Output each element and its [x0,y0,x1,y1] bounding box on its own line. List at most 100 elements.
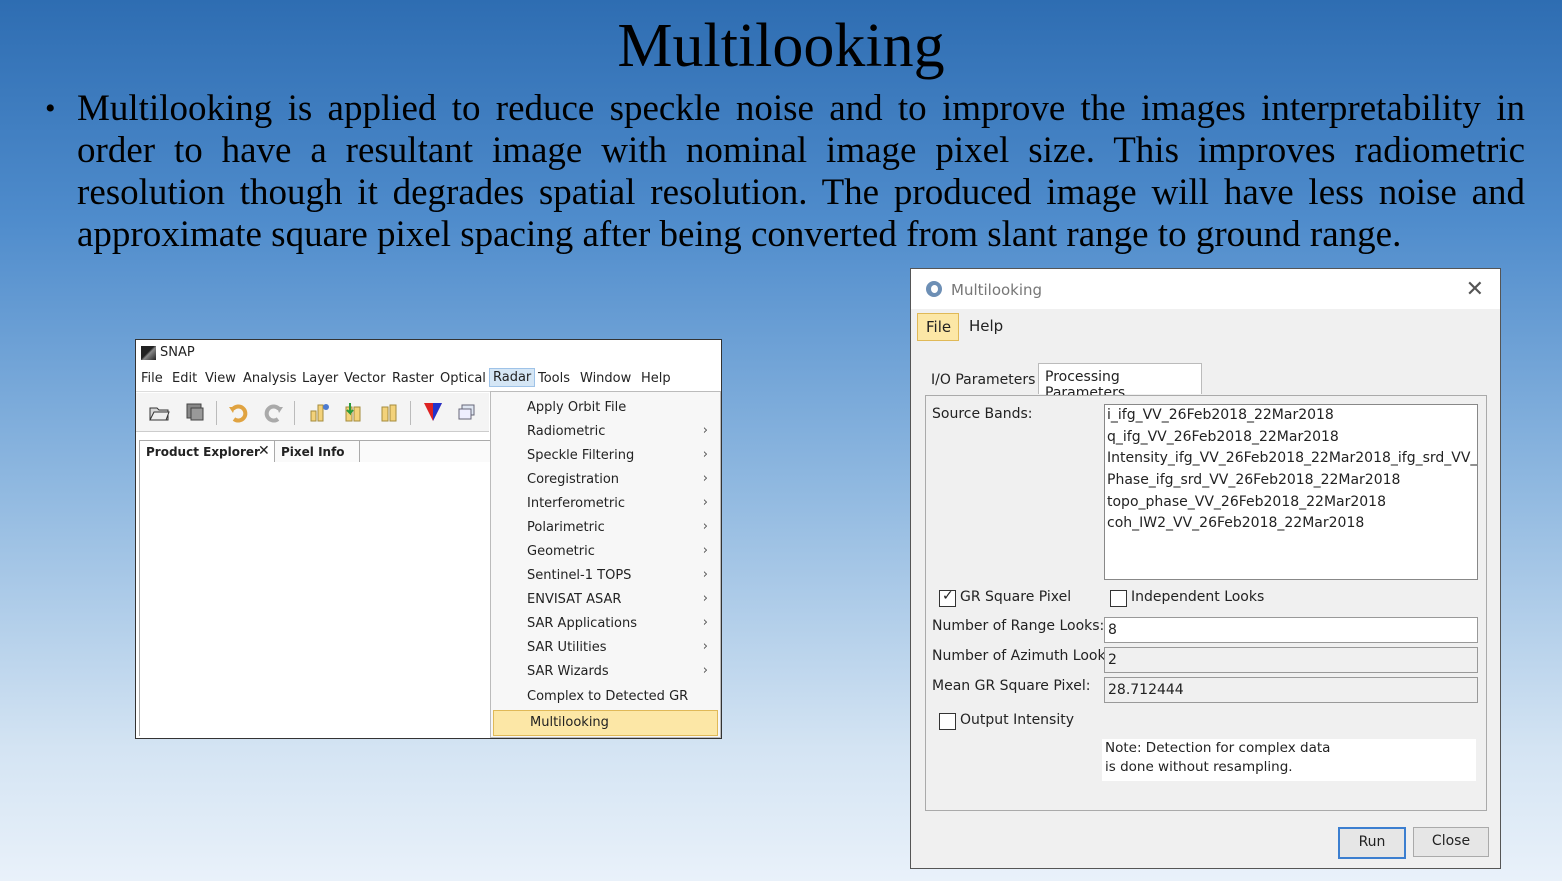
import-raster-icon[interactable] [342,401,364,423]
list-item[interactable]: q_ifg_VV_26Feb2018_22Mar2018 [1107,429,1339,445]
radar-menu-item[interactable]: Radiometric › [491,420,720,444]
band-maths-icon[interactable] [308,401,330,423]
radar-menu-item[interactable]: SAR Applications › [491,612,720,636]
radar-menu-item[interactable]: Complex to Detected GR [491,685,720,709]
chevron-right-icon: › [702,447,708,462]
radar-menu-item[interactable]: ENVISAT ASAR › [491,588,720,612]
menu-layer[interactable]: Layer [302,371,338,386]
radar-menu-item[interactable]: SAR Utilities › [491,636,720,660]
menu-edit[interactable]: Edit [172,371,197,386]
close-icon[interactable]: ✕ [258,443,270,459]
radar-menu-item[interactable]: Polarimetric › [491,516,720,540]
tab-pixel-info-label: Pixel Info [281,445,345,459]
chevron-right-icon: › [702,519,708,534]
source-bands-list[interactable]: i_ifg_VV_26Feb2018_22Mar2018 q_ifg_VV_26… [1104,404,1478,580]
dialog-menu-help-label: Help [969,317,1004,335]
redo-icon[interactable] [262,401,284,423]
tab-product-explorer-label: Product Explorer [146,445,260,459]
radar-menu-item-label: Geometric [527,544,595,559]
menu-analysis[interactable]: Analysis [243,371,297,386]
dialog-title: Multilooking [951,281,1043,299]
tab-io-parameters[interactable]: I/O Parameters [925,369,1037,393]
close-button-label: Close [1431,833,1471,849]
snap-menubar: File Edit View Analysis Layer Vector Ras… [136,367,721,392]
azimuth-looks-value: 2 [1108,652,1117,668]
independent-looks-checkbox[interactable] [1110,590,1127,607]
menu-raster[interactable]: Raster [392,371,434,386]
range-looks-input[interactable]: 8 [1104,617,1478,643]
radar-menu-item[interactable]: Interferometric › [491,492,720,516]
radar-menu-item[interactable]: Multilooking [493,710,718,736]
dialog-menubar: File Help [911,311,1500,343]
window-tile-icon[interactable] [456,401,478,423]
product-explorer-panel [139,462,490,736]
radar-menu-item-label: SAR Wizards [527,664,609,679]
tab-processing-parameters[interactable]: Processing Parameters [1038,363,1202,401]
radar-menu-item[interactable]: Coregistration › [491,468,720,492]
menu-window[interactable]: Window [580,371,631,386]
radar-menu-item-label: Multilooking [530,715,609,730]
radar-menu-item-label: Coregistration [527,472,620,487]
multilooking-dialog: Multilooking ✕ File Help I/O Parameters … [910,268,1501,869]
chevron-right-icon: › [702,495,708,510]
menu-file[interactable]: File [141,371,163,386]
chevron-right-icon: › [702,471,708,486]
tab-pixel-info[interactable]: Pixel Info [275,441,360,463]
mean-gr-square-pixel-label: Mean GR Square Pixel: [932,678,1091,694]
radar-menu-item-label: Interferometric [527,496,625,511]
radar-menu-item[interactable]: SAR Wizards › [491,660,720,684]
color-manipulation-icon[interactable] [422,401,444,423]
save-product-icon[interactable] [184,401,206,423]
list-item[interactable]: Intensity_ifg_VV_26Feb2018_22Mar2018_ifg… [1107,450,1477,466]
independent-looks-label: Independent Looks [1131,589,1265,605]
slide-title: Multilooking [617,12,945,80]
radar-menu-item-label: Complex to Detected GR [527,689,689,704]
list-item[interactable]: Phase_ifg_srd_VV_26Feb2018_22Mar2018 [1107,472,1400,488]
menu-optical[interactable]: Optical [440,371,486,386]
dialog-menu-help[interactable]: Help [961,313,1007,339]
radar-dropdown-menu: Apply Orbit File Radiometric › Speckle Filt… [490,391,721,738]
dialog-menu-file-label: File [926,318,952,336]
close-button[interactable]: Close [1413,827,1489,857]
toolbar-separator [410,401,411,425]
snap-app-icon [926,281,942,297]
chevron-right-icon: › [702,639,708,654]
menu-vector[interactable]: Vector [344,371,385,386]
chevron-right-icon: › [702,591,708,606]
toolbar-separator [294,401,295,425]
radar-menu-item[interactable]: Speckle Filtering › [491,444,720,468]
radar-menu-item[interactable]: Sentinel-1 TOPS › [491,564,720,588]
radar-menu-item-label: ENVISAT ASAR [527,592,622,607]
close-icon[interactable]: ✕ [1466,277,1484,302]
list-item[interactable]: i_ifg_VV_26Feb2018_22Mar2018 [1107,407,1334,423]
output-intensity-checkbox[interactable] [939,713,956,730]
run-button-label: Run [1358,834,1386,850]
range-looks-value: 8 [1108,622,1117,638]
run-button[interactable]: Run [1338,827,1406,859]
export-raster-icon[interactable] [378,401,400,423]
radar-menu-item-label: Apply Orbit File [527,400,627,415]
open-product-icon[interactable] [148,401,170,423]
bullet-dot: • [45,92,56,125]
snap-tool-tabs: Product Explorer ✕ Pixel Info [139,440,491,464]
checkmark-icon: ✓ [942,588,954,604]
radar-menu-item[interactable]: Apply Orbit File [491,396,720,420]
dialog-titlebar: Multilooking ✕ [911,269,1500,309]
menu-tools[interactable]: Tools [538,371,570,386]
menu-view[interactable]: View [205,371,236,386]
list-item[interactable]: topo_phase_VV_26Feb2018_22Mar2018 [1107,494,1386,510]
radar-menu-item-label: Speckle Filtering [527,448,635,463]
mean-gr-square-pixel-field[interactable]: 28.712444 [1104,677,1478,703]
dialog-menu-file[interactable]: File [917,313,959,341]
output-intensity-label: Output Intensity [960,712,1075,728]
azimuth-looks-input[interactable]: 2 [1104,647,1478,673]
snap-logo-icon [141,346,156,360]
bullet-text: Multilooking is applied to reduce speckl… [77,88,1525,255]
radar-menu-item[interactable]: Geometric › [491,540,720,564]
undo-icon[interactable] [228,401,250,423]
gr-square-pixel-checkbox[interactable]: ✓ [939,588,956,607]
menu-radar[interactable]: Radar [489,368,536,387]
menu-help[interactable]: Help [641,371,671,386]
list-item[interactable]: coh_IW2_VV_26Feb2018_22Mar2018 [1107,515,1364,531]
tab-product-explorer[interactable]: Product Explorer ✕ [140,441,275,463]
